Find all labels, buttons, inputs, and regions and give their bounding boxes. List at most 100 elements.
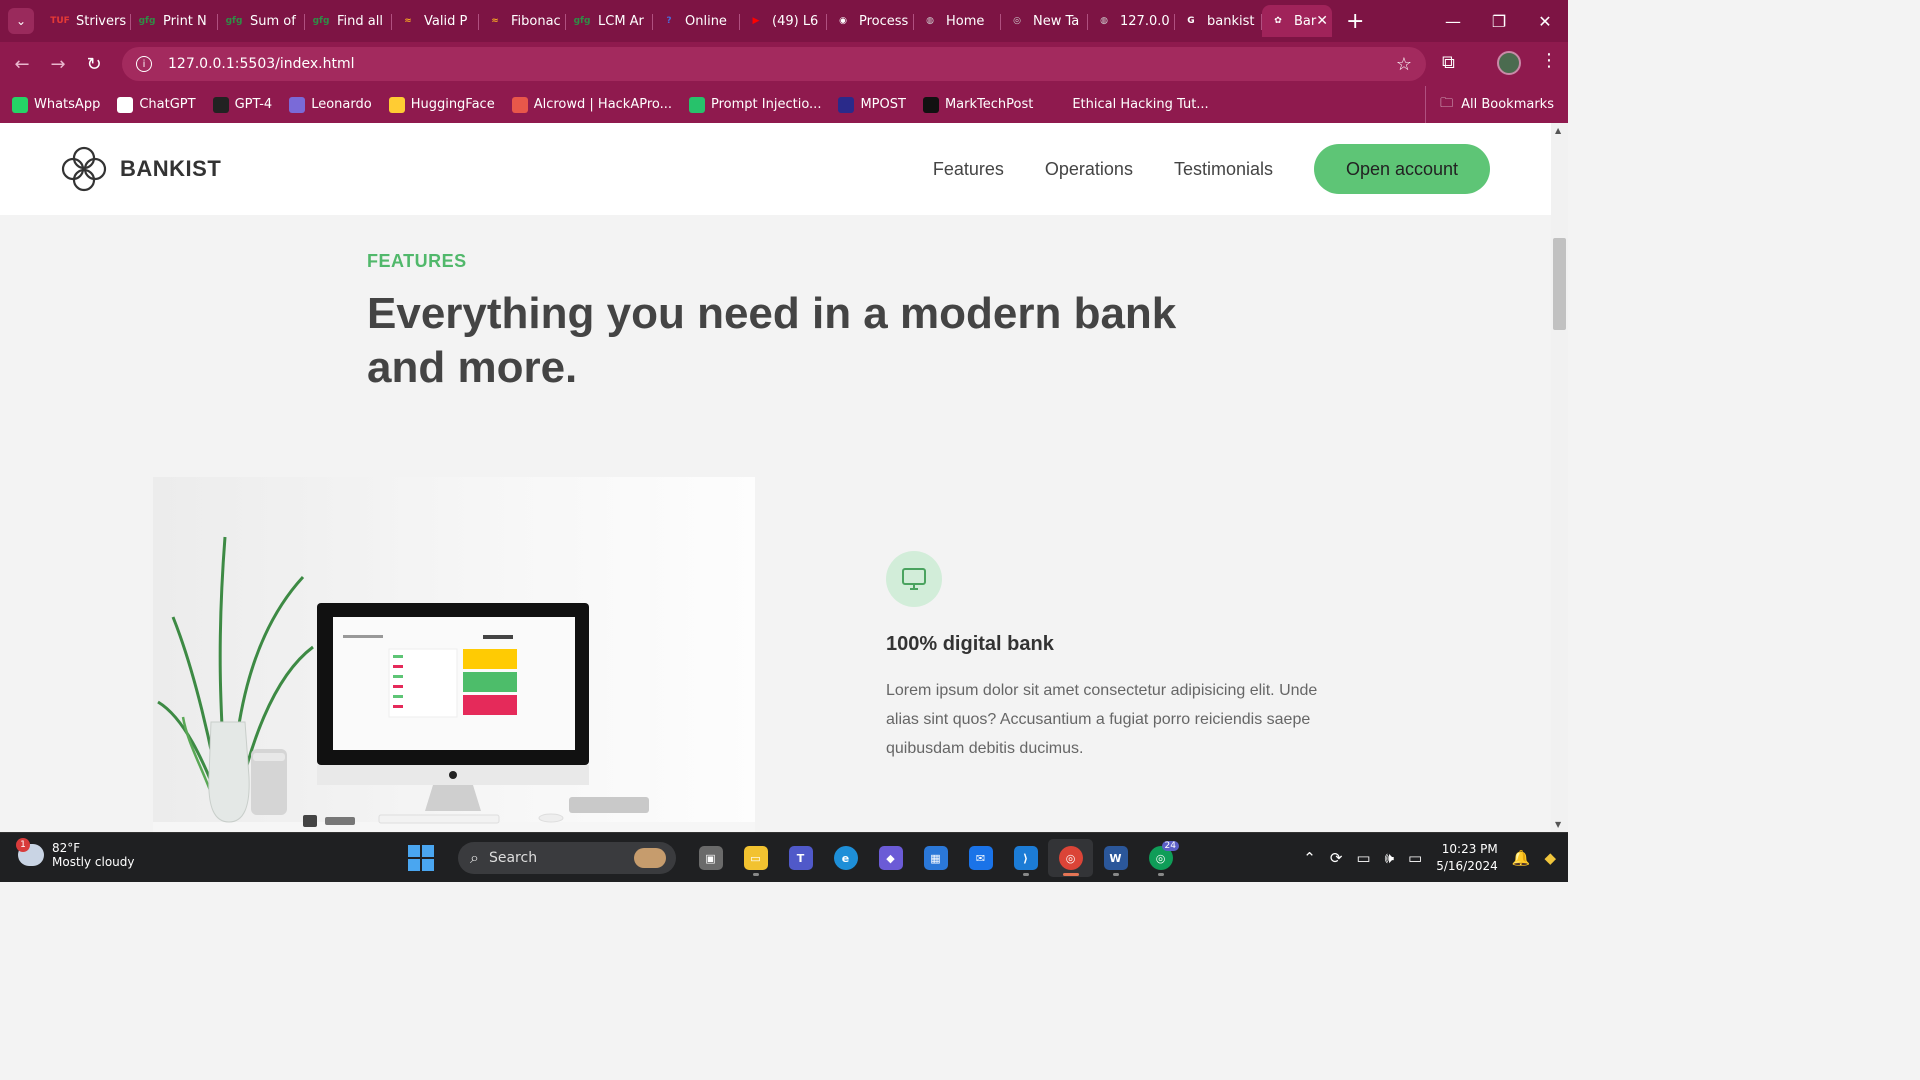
bookmark-item[interactable]: HuggingFace (388, 96, 495, 113)
file-explorer-icon[interactable]: ▭ (733, 839, 778, 877)
chrome-profile-icon[interactable]: ◎ 24 (1138, 839, 1183, 877)
cloud-icon: 1 (16, 838, 44, 866)
site-info-icon[interactable]: i (136, 56, 152, 72)
browser-tab[interactable]: ◍ 127.0.0 (1088, 5, 1175, 37)
bookmark-label: HuggingFace (410, 97, 495, 112)
browser-tab-active[interactable]: ✿ Bar ✕ (1262, 5, 1332, 37)
tab-title: Process (859, 13, 909, 29)
profile-avatar[interactable] (1497, 51, 1521, 75)
chrome-icon: ◎ (1013, 16, 1021, 26)
codestudio-icon: ≈ (491, 16, 499, 26)
bookmark-item[interactable]: Alcrowd | HackAPro... (511, 96, 672, 113)
weather-desc: Mostly cloudy (52, 855, 135, 869)
tab-title: bankist (1207, 13, 1255, 29)
bookmark-star-icon[interactable]: ☆ (1396, 54, 1412, 75)
page-viewport: BANKIST Features Operations Testimonials… (0, 123, 1551, 832)
nav-link-operations[interactable]: Operations (1045, 159, 1133, 180)
copilot-tray-icon[interactable]: ◆ (1544, 849, 1556, 867)
browser-tab[interactable]: ≈ Valid P (392, 5, 479, 37)
copilot-icon[interactable]: ◆ (868, 839, 913, 877)
tab-title: 127.0.0 (1120, 13, 1170, 29)
tab-title: Find all (337, 13, 383, 29)
tab-title: Fibonac (511, 13, 561, 29)
browser-tab[interactable]: ▶ (49) L6 (740, 5, 827, 37)
chrome-taskbar-icon[interactable]: ◎ (1048, 839, 1093, 877)
mail-icon[interactable]: ✉ (958, 839, 1003, 877)
browser-tab[interactable]: Gbankist (1175, 5, 1262, 37)
youtube-icon: ▶ (752, 16, 760, 26)
browser-tab[interactable]: gfg Sum of (218, 5, 305, 37)
bookmark-item[interactable]: WhatsApp (12, 96, 100, 113)
chrome-badge: 24 (1161, 841, 1179, 851)
chevron-up-icon[interactable]: ⌃ (1303, 849, 1316, 867)
bankist-logo[interactable]: BANKIST (60, 145, 221, 193)
restore-icon[interactable]: ❐ (1476, 12, 1522, 31)
display-icon[interactable]: ▭ (1356, 849, 1370, 867)
battery-icon[interactable]: ▭ (1408, 849, 1422, 867)
chatgpt-icon (117, 96, 134, 113)
bookmark-label: Leonardo (311, 97, 372, 112)
tab-search-button[interactable]: ⌄ (8, 8, 34, 34)
scroll-up-icon[interactable]: ▲ (1555, 126, 1561, 135)
forward-icon[interactable]: → (40, 54, 76, 75)
bookmark-item[interactable]: Prompt Injectio... (689, 96, 821, 113)
nav-link-features[interactable]: Features (933, 159, 1004, 180)
tuf-icon: TUF (50, 16, 70, 26)
teams-icon[interactable]: T (778, 839, 823, 877)
leonardo-icon (289, 96, 306, 113)
bookmark-item[interactable]: GPT-4 (212, 96, 272, 113)
feature-description: Lorem ipsum dolor sit amet consectetur a… (886, 682, 1318, 757)
bankist-icon: ✿ (1274, 16, 1282, 26)
edge-icon[interactable]: e (823, 839, 868, 877)
back-icon[interactable]: ← (4, 54, 40, 75)
tab-title: Valid P (424, 13, 468, 29)
notification-icon[interactable]: 🔔 (1512, 849, 1531, 867)
close-tab-icon[interactable]: ✕ (1316, 13, 1328, 29)
bookmark-item[interactable]: ChatGPT (117, 96, 196, 113)
extensions-icon[interactable]: ⧉ (1442, 52, 1455, 73)
reload-icon[interactable]: ↻ (76, 54, 112, 75)
browser-tab[interactable]: ? Online (653, 5, 740, 37)
tab-title: (49) L6 (772, 13, 819, 29)
sync-icon[interactable]: ⟳ (1330, 849, 1343, 867)
bookmark-item[interactable]: Leonardo (289, 96, 372, 113)
tabs: TUF Strivers gfg Print N gfg Sum of gfg Find al… (44, 0, 1332, 42)
browser-tab[interactable]: ◍ Home (914, 5, 1001, 37)
new-tab-button[interactable]: + (1346, 9, 1364, 34)
page-scrollbar[interactable]: ▲ ▼ (1551, 123, 1568, 832)
taskbar-search[interactable]: ⌕ Search (458, 842, 676, 874)
word-icon[interactable]: W (1093, 839, 1138, 877)
task-view-icon[interactable]: ▣ (688, 839, 733, 877)
browser-tab[interactable]: ≈ Fibonac (479, 5, 566, 37)
vscode-icon[interactable]: ⟩ (1003, 839, 1048, 877)
tab-title: Print N (163, 13, 207, 29)
browser-tab[interactable]: gfg Find all (305, 5, 392, 37)
browser-tab[interactable]: gfg LCM Ar (566, 5, 653, 37)
gfg-icon: gfg (138, 16, 156, 26)
browser-tab[interactable]: ◉ Process (827, 5, 914, 37)
weather-widget[interactable]: 1 82°F Mostly cloudy (16, 838, 135, 869)
browser-tab[interactable]: TUF Strivers (44, 5, 131, 37)
bookmark-item[interactable]: MarkTechPost (922, 96, 1033, 113)
scrollbar-thumb[interactable] (1553, 238, 1566, 330)
scroll-down-icon[interactable]: ▼ (1555, 820, 1561, 829)
nav-link-testimonials[interactable]: Testimonials (1174, 159, 1273, 180)
url-input[interactable]: i 127.0.0.1:5503/index.html ☆ (122, 47, 1426, 81)
browser-tab[interactable]: ◎ New Ta (1001, 5, 1088, 37)
windows-start-icon[interactable] (408, 845, 434, 871)
minimize-icon[interactable]: — (1430, 12, 1476, 31)
all-bookmarks-button[interactable]: 🗀 All Bookmarks (1425, 86, 1554, 123)
codestudio-icon: ≈ (404, 16, 412, 26)
close-window-icon[interactable]: ✕ (1522, 12, 1568, 31)
tab-title: Sum of (250, 13, 296, 29)
volume-icon[interactable]: 🕪 (1385, 849, 1394, 867)
open-account-button[interactable]: Open account (1314, 144, 1490, 194)
bookmark-item[interactable]: Ethical Hacking Tut... (1072, 97, 1208, 112)
browser-tab[interactable]: gfg Print N (131, 5, 218, 37)
globe-icon: ◍ (1100, 16, 1108, 26)
clock[interactable]: 10:23 PM 5/16/2024 (1436, 841, 1498, 875)
bookmark-item[interactable]: MPOST (838, 96, 906, 113)
weather-badge: 1 (16, 838, 30, 852)
store-icon[interactable]: ▦ (913, 839, 958, 877)
menu-icon[interactable]: ⋮ (1540, 50, 1558, 71)
